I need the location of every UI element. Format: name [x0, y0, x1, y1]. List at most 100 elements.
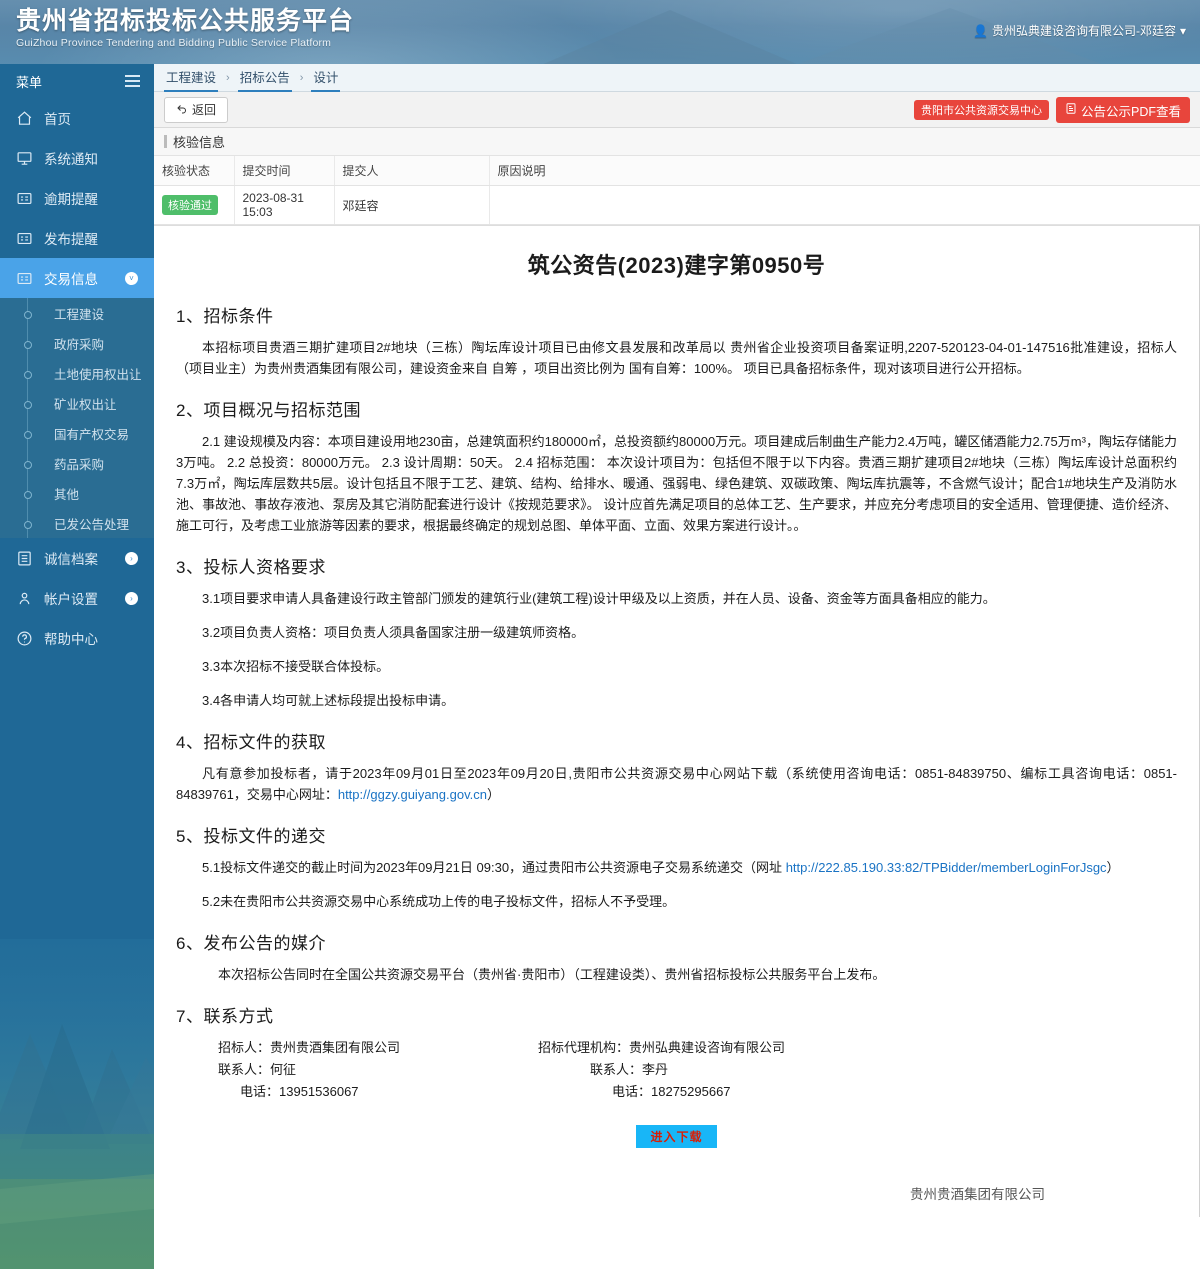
- document-icon: [16, 230, 33, 247]
- cell-submit-time: 2023-08-31 15:03: [234, 186, 334, 225]
- sidebar-subitem-published-announcements[interactable]: 已发公告处理: [0, 508, 154, 538]
- chevron-down-icon: ▾: [1180, 24, 1186, 38]
- contact-agency: 招标代理机构：贵州弘典建设咨询有限公司 联系人：李丹 电话：1827529566…: [538, 1037, 1177, 1103]
- site-title-en: GuiZhou Province Tendering and Bidding P…: [16, 36, 354, 50]
- signature-company: 贵州贵酒集团有限公司: [176, 1176, 1045, 1214]
- column-header-submitter: 提交人: [334, 156, 489, 186]
- document-icon: [16, 190, 33, 207]
- monitor-icon: [16, 150, 33, 167]
- section-paragraph: 5.2未在贵阳市公共资源交易中心系统成功上传的电子投标文件，招标人不予受理。: [176, 891, 1177, 912]
- sidebar-subitem-other[interactable]: 其他: [0, 478, 154, 508]
- sidebar-item-system-notice[interactable]: 系统通知: [0, 138, 154, 178]
- sidebar-item-transaction-info[interactable]: 交易信息 ˅: [0, 258, 154, 298]
- sidebar-subitem-mining-rights[interactable]: 矿业权出让: [0, 388, 154, 418]
- agency-name: 招标代理机构：贵州弘典建设咨询有限公司: [538, 1037, 1177, 1059]
- sidebar-item-label: 帐户设置: [44, 588, 98, 608]
- back-button-label: 返回: [192, 101, 216, 118]
- sidebar-subitem-label: 其他: [54, 484, 79, 503]
- agency-contact-person: 联系人：李丹: [538, 1059, 1177, 1081]
- sidebar-subitem-label: 已发公告处理: [54, 514, 129, 533]
- breadcrumb-label: 招标公告: [240, 71, 290, 85]
- back-button[interactable]: 返回: [164, 97, 228, 123]
- section-bidding-conditions: 1、招标条件 本招标项目贵酒三期扩建项目2#地块（三栋）陶坛库设计项目已由修文县…: [176, 302, 1177, 379]
- verification-table: 核验状态 提交时间 提交人 原因说明 核验通过 2023-08-31 15:03…: [154, 156, 1200, 225]
- paragraph-text: 凡有意参加投标者，请于2023年09月01日至2023年09月20日,贵阳市公共…: [176, 766, 1177, 802]
- section-document-acquisition: 4、招标文件的获取 凡有意参加投标者，请于2023年09月01日至2023年09…: [176, 728, 1177, 805]
- section-heading: 4、招标文件的获取: [176, 728, 1177, 753]
- pdf-view-button[interactable]: 公告公示PDF查看: [1056, 97, 1190, 123]
- table-header-row: 核验状态 提交时间 提交人 原因说明: [154, 156, 1200, 186]
- ggzy-website-link[interactable]: http://ggzy.guiyang.gov.cn: [338, 787, 487, 802]
- sidebar-item-overdue-reminder[interactable]: 逾期提醒: [0, 178, 154, 218]
- paragraph-text: 5.1投标文件递交的截止时间为2023年09月21日 09:30，通过贵阳市公共…: [202, 860, 782, 875]
- sidebar-item-credit-archive[interactable]: 诚信档案 ›: [0, 538, 154, 578]
- section-announcement-media: 6、发布公告的媒介 本次招标公告同时在全国公共资源交易平台（贵州省·贵阳市）（工…: [176, 929, 1177, 985]
- app-header: 贵州省招标投标公共服务平台 GuiZhou Province Tendering…: [0, 0, 1200, 64]
- download-row: 进入下载: [176, 1125, 1177, 1148]
- section-paragraph: 5.1投标文件递交的截止时间为2023年09月21日 09:30，通过贵阳市公共…: [176, 857, 1177, 878]
- signature-date: 2023年08月31日: [176, 1214, 1045, 1217]
- column-header-reason: 原因说明: [489, 156, 1200, 186]
- breadcrumb-item-design[interactable]: 设计: [311, 63, 340, 92]
- sidebar-item-label: 帮助中心: [44, 628, 98, 648]
- tenderer-name: 招标人：贵州贵酒集团有限公司: [218, 1037, 538, 1059]
- user-menu[interactable]: 👤 贵州弘典建设咨询有限公司-邓廷容 ▾: [973, 22, 1186, 39]
- sidebar-header: 菜单: [0, 64, 154, 98]
- sidebar-subitem-engineering[interactable]: 工程建设: [0, 298, 154, 328]
- breadcrumb-item-engineering[interactable]: 工程建设: [164, 63, 218, 92]
- breadcrumb-label: 工程建设: [166, 71, 216, 85]
- page-title: 筑公资告(2023)建字第0950号: [176, 248, 1177, 280]
- pdf-icon: [1065, 102, 1077, 118]
- sidebar-item-label: 发布提醒: [44, 228, 98, 248]
- section-heading: 1、招标条件: [176, 302, 1177, 327]
- section-paragraph: 2.1 建设规模及内容：本项目建设用地230亩，总建筑面积约180000㎡，总投…: [176, 431, 1177, 536]
- document-icon: [16, 270, 33, 287]
- trading-center-label: 贵阳市公共资源交易中心: [921, 102, 1042, 118]
- bidder-system-link[interactable]: http://222.85.190.33:82/TPBidder/memberL…: [786, 860, 1107, 875]
- home-icon: [16, 110, 33, 127]
- sidebar-subitem-drug-procurement[interactable]: 药品采购: [0, 448, 154, 478]
- sidebar-subitem-land-use-rights[interactable]: 土地使用权出让: [0, 358, 154, 388]
- document-signature: 贵州贵酒集团有限公司 2023年08月31日: [176, 1176, 1177, 1217]
- sidebar-menu-label: 菜单: [16, 72, 42, 91]
- section-paragraph: 3.3本次招标不接受联合体投标。: [176, 656, 1177, 677]
- sidebar-item-label: 逾期提醒: [44, 188, 98, 208]
- chevron-right-icon[interactable]: ›: [125, 592, 138, 605]
- site-brand: 贵州省招标投标公共服务平台 GuiZhou Province Tendering…: [16, 6, 354, 50]
- table-row: 核验通过 2023-08-31 15:03 邓廷容: [154, 186, 1200, 225]
- sidebar-item-help-center[interactable]: 帮助中心: [0, 618, 154, 658]
- user-settings-icon: [16, 590, 33, 607]
- chevron-down-icon[interactable]: ˅: [125, 272, 138, 285]
- section-heading: 3、投标人资格要求: [176, 553, 1177, 578]
- section-heading: 2、项目概况与招标范围: [176, 396, 1177, 421]
- trading-center-badge[interactable]: 贵阳市公共资源交易中心: [914, 100, 1049, 120]
- sidebar-item-label: 系统通知: [44, 148, 98, 168]
- column-header-status: 核验状态: [154, 156, 234, 186]
- status-badge: 核验通过: [162, 195, 218, 215]
- sidebar-item-publish-reminder[interactable]: 发布提醒: [0, 218, 154, 258]
- section-paragraph: 3.4各申请人均可就上述标段提出投标申请。: [176, 690, 1177, 711]
- sidebar-subitem-government-procurement[interactable]: 政府采购: [0, 328, 154, 358]
- sidebar-item-label: 首页: [44, 108, 71, 128]
- verification-panel: 核验信息 核验状态 提交时间 提交人 原因说明 核验通过 2023-08-31 …: [154, 128, 1200, 226]
- sidebar-subitem-label: 药品采购: [54, 454, 104, 473]
- breadcrumb: 工程建设 › 招标公告 › 设计: [154, 64, 1200, 92]
- sidebar-subitem-label: 国有产权交易: [54, 424, 129, 443]
- cell-reason: [489, 186, 1200, 225]
- sidebar-subitem-label: 矿业权出让: [54, 394, 117, 413]
- sidebar-subitem-state-property[interactable]: 国有产权交易: [0, 418, 154, 448]
- chevron-right-icon[interactable]: ›: [125, 552, 138, 565]
- hamburger-icon[interactable]: [125, 75, 140, 87]
- section-heading: 5、投标文件的递交: [176, 822, 1177, 847]
- sidebar-item-label: 交易信息: [44, 268, 98, 288]
- sidebar-item-account-settings[interactable]: 帐户设置 ›: [0, 578, 154, 618]
- breadcrumb-item-announcement[interactable]: 招标公告: [238, 63, 292, 92]
- agency-phone: 电话：18275295667: [538, 1081, 1177, 1103]
- sidebar-item-home[interactable]: 首页: [0, 98, 154, 138]
- sidebar-submenu: 工程建设 政府采购 土地使用权出让 矿业权出让 国有产权交易 药品采购 其他 已…: [0, 298, 154, 538]
- download-button[interactable]: 进入下载: [636, 1125, 716, 1148]
- breadcrumb-label: 设计: [313, 71, 338, 85]
- panel-tick-icon: [164, 135, 167, 148]
- question-icon: [16, 630, 33, 647]
- list-icon: [16, 550, 33, 567]
